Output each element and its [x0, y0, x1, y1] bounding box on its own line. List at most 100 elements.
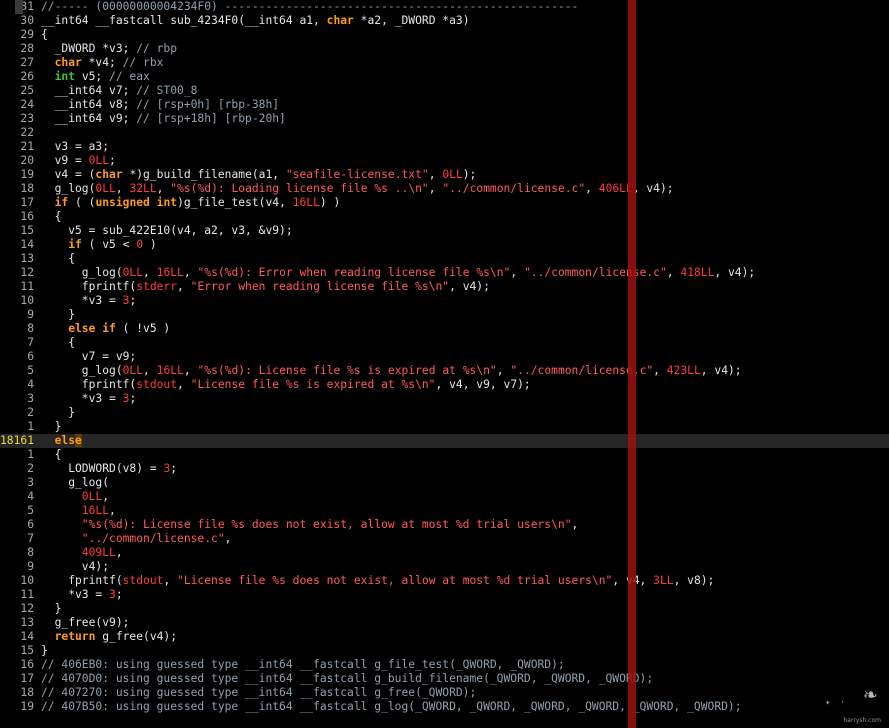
code-text[interactable]: 409LL,: [41, 546, 123, 560]
code-line[interactable]: 6 "%s(%d): License file %s does not exis…: [0, 518, 889, 532]
code-text[interactable]: v4);: [41, 560, 109, 574]
code-line[interactable]: 2 }: [0, 406, 889, 420]
code-line[interactable]: 7 {: [0, 336, 889, 350]
code-text[interactable]: }: [41, 420, 62, 434]
code-text[interactable]: __int64 v7; // ST00_8: [41, 84, 198, 98]
code-line[interactable]: 18 // 407270: using guessed type __int64 …: [0, 686, 889, 700]
code-text[interactable]: *v3 = 3;: [41, 588, 122, 602]
current-code-line[interactable]: 18161 else: [0, 434, 889, 448]
code-text[interactable]: 16LL,: [41, 504, 116, 518]
code-text[interactable]: g_log(0LL, 16LL, "%s(%d): Error when rea…: [41, 266, 755, 280]
code-text[interactable]: v4 = (char *)g_build_filename(a1, "seafi…: [41, 168, 477, 182]
code-text[interactable]: {: [41, 210, 62, 224]
code-text[interactable]: "../common/license.c",: [41, 532, 232, 546]
code-text[interactable]: g_log(: [41, 476, 109, 490]
code-text[interactable]: // 406EB0: using guessed type __int64 __…: [41, 658, 565, 672]
code-line[interactable]: 14 return g_free(v4);: [0, 630, 889, 644]
code-text[interactable]: fprintf(stdout, "License file %s is expi…: [41, 378, 531, 392]
code-line[interactable]: 3 *v3 = 3;: [0, 392, 889, 406]
code-text[interactable]: {: [41, 448, 62, 462]
code-line[interactable]: 26 int v5; // eax: [0, 70, 889, 84]
code-line[interactable]: 11 fprintf(stderr, "Error when reading l…: [0, 280, 889, 294]
code-text[interactable]: __int64 __fastcall sub_4234F0(__int64 a1…: [41, 14, 470, 28]
code-line[interactable]: 13 g_free(v9);: [0, 616, 889, 630]
code-text[interactable]: v9 = 0LL;: [41, 154, 116, 168]
code-line[interactable]: 4 fprintf(stdout, "License file %s is ex…: [0, 378, 889, 392]
code-line[interactable]: 14 if ( v5 < 0 ): [0, 238, 889, 252]
code-text[interactable]: g_log(0LL, 32LL, "%s(%d): Loading licens…: [41, 182, 674, 196]
code-line[interactable]: 5 16LL,: [0, 504, 889, 518]
code-line[interactable]: 6 v7 = v9;: [0, 350, 889, 364]
code-line[interactable]: 10 fprintf(stdout, "License file %s does…: [0, 574, 889, 588]
code-text[interactable]: if ( v5 < 0 ): [41, 238, 156, 252]
code-line[interactable]: 19 // 407B50: using guessed type __int64 …: [0, 700, 889, 714]
code-line[interactable]: 12 g_log(0LL, 16LL, "%s(%d): Error when …: [0, 266, 889, 280]
code-line[interactable]: 10 *v3 = 3;: [0, 294, 889, 308]
code-text[interactable]: fprintf(stdout, "License file %s does no…: [41, 574, 714, 588]
code-line[interactable]: 15 v5 = sub_422E10(v4, a2, v3, &v9);: [0, 224, 889, 238]
code-line[interactable]: 11 *v3 = 3;: [0, 588, 889, 602]
code-line[interactable]: 21 v3 = a3;: [0, 140, 889, 154]
code-line[interactable]: 7 "../common/license.c",: [0, 532, 889, 546]
code-text[interactable]: else: [41, 434, 82, 448]
code-text[interactable]: v3 = a3;: [41, 140, 109, 154]
code-text[interactable]: if ( (unsigned int)g_file_test(v4, 16LL)…: [41, 196, 341, 210]
code-line[interactable]: 27 char *v4; // rbx: [0, 56, 889, 70]
code-text[interactable]: "%s(%d): License file %s does not exist,…: [41, 518, 579, 532]
code-text[interactable]: __int64 v8; // [rsp+0h] [rbp-38h]: [41, 98, 279, 112]
code-line[interactable]: 3 g_log(: [0, 476, 889, 490]
code-line[interactable]: 20 v9 = 0LL;: [0, 154, 889, 168]
code-line[interactable]: 9 v4);: [0, 560, 889, 574]
code-text[interactable]: LODWORD(v8) = 3;: [41, 462, 177, 476]
code-text[interactable]: v5 = sub_422E10(v4, a2, v3, &v9);: [41, 224, 292, 238]
code-text[interactable]: {: [41, 336, 75, 350]
code-line[interactable]: 1 {: [0, 448, 889, 462]
code-text[interactable]: // 407270: using guessed type __int64 __…: [41, 686, 476, 700]
code-text[interactable]: *v3 = 3;: [41, 392, 136, 406]
code-line[interactable]: 22: [0, 126, 889, 140]
code-line[interactable]: 5 g_log(0LL, 16LL, "%s(%d): License file…: [0, 364, 889, 378]
code-line[interactable]: 1 }: [0, 420, 889, 434]
code-line[interactable]: 15}: [0, 644, 889, 658]
code-text[interactable]: }: [41, 406, 75, 420]
code-line[interactable]: 8 else if ( !v5 ): [0, 322, 889, 336]
code-text[interactable]: //----- (00000000004234F0) -------------…: [41, 0, 578, 14]
code-text[interactable]: __int64 v9; // [rsp+18h] [rbp-20h]: [41, 112, 286, 126]
code-text[interactable]: v7 = v9;: [41, 350, 136, 364]
code-text[interactable]: 0LL,: [41, 490, 109, 504]
code-text[interactable]: int v5; // eax: [41, 70, 150, 84]
code-text[interactable]: return g_free(v4);: [41, 630, 177, 644]
code-text[interactable]: g_log(0LL, 16LL, "%s(%d): License file %…: [41, 364, 742, 378]
code-line[interactable]: 8 409LL,: [0, 546, 889, 560]
code-text[interactable]: }: [41, 602, 62, 616]
code-line[interactable]: 23 __int64 v9; // [rsp+18h] [rbp-20h]: [0, 112, 889, 126]
code-line[interactable]: 17 if ( (unsigned int)g_file_test(v4, 16…: [0, 196, 889, 210]
code-text[interactable]: // 4070D0: using guessed type __int64 __…: [41, 672, 653, 686]
code-line[interactable]: 29 {: [0, 28, 889, 42]
code-line[interactable]: 2 LODWORD(v8) = 3;: [0, 462, 889, 476]
code-line[interactable]: 30 __int64 __fastcall sub_4234F0(__int64 …: [0, 14, 889, 28]
code-text[interactable]: fprintf(stderr, "Error when reading lice…: [41, 280, 490, 294]
code-text[interactable]: *v3 = 3;: [41, 294, 136, 308]
code-text[interactable]: }: [41, 644, 48, 658]
code-text[interactable]: _DWORD *v3; // rbp: [41, 42, 177, 56]
code-line[interactable]: 16 // 406EB0: using guessed type __int64 …: [0, 658, 889, 672]
code-text[interactable]: // 407B50: using guessed type __int64 __…: [41, 700, 742, 714]
code-text[interactable]: {: [41, 28, 48, 42]
code-line[interactable]: 31//----- (00000000004234F0) -----------…: [0, 0, 889, 14]
code-line[interactable]: 12 }: [0, 602, 889, 616]
code-line[interactable]: 13 {: [0, 252, 889, 266]
code-line[interactable]: 19 v4 = (char *)g_build_filename(a1, "se…: [0, 168, 889, 182]
code-line[interactable]: 28 _DWORD *v3; // rbp: [0, 42, 889, 56]
code-text[interactable]: }: [41, 308, 75, 322]
code-line[interactable]: 24 __int64 v8; // [rsp+0h] [rbp-38h]: [0, 98, 889, 112]
code-line[interactable]: 9 }: [0, 308, 889, 322]
code-line[interactable]: 17 // 4070D0: using guessed type __int64 …: [0, 672, 889, 686]
code-text[interactable]: char *v4; // rbx: [41, 56, 164, 70]
code-line[interactable]: 25 __int64 v7; // ST00_8: [0, 84, 889, 98]
code-line[interactable]: 4 0LL,: [0, 490, 889, 504]
code-line[interactable]: 16 {: [0, 210, 889, 224]
code-editor[interactable]: 3 1 //----- (00000000004234F0) -----------…: [0, 0, 889, 728]
code-line[interactable]: 18 g_log(0LL, 32LL, "%s(%d): Loading lic…: [0, 182, 889, 196]
code-text[interactable]: g_free(v9);: [41, 616, 130, 630]
